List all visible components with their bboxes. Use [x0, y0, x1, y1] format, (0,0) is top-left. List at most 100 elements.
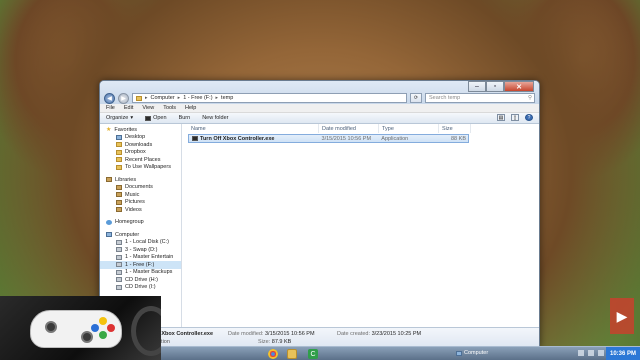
sidebar-item-documents[interactable]: Documents	[100, 184, 181, 192]
maximize-button[interactable]: ▫	[486, 81, 504, 92]
sidebar-item-computer[interactable]: Computer	[100, 231, 181, 239]
cd-drive-icon	[116, 277, 122, 283]
sidebar-item-downloads[interactable]: Downloads	[100, 141, 181, 149]
menu-tools[interactable]: Tools	[163, 105, 176, 111]
menu-help[interactable]: Help	[185, 105, 196, 111]
sidebar-item-recent-places[interactable]: Recent Places	[100, 156, 181, 164]
chevron-right-icon: ▸	[177, 95, 181, 101]
sidebar-item-drive-g[interactable]: 1 - Master Backups	[100, 269, 181, 277]
sidebar-item-homegroup[interactable]: Homegroup	[100, 219, 181, 227]
taskbar-computer-button[interactable]: Computer	[456, 350, 488, 356]
flag-icon[interactable]	[598, 350, 604, 356]
pictures-icon	[116, 199, 122, 205]
sidebar-item-cd-h[interactable]: CD Drive (H:)	[100, 276, 181, 284]
refresh-button[interactable]: ⟳	[410, 93, 422, 103]
column-header-size[interactable]: Size	[439, 124, 471, 133]
column-header-type[interactable]: Type	[379, 124, 439, 133]
breadcrumb-computer[interactable]: Computer	[151, 95, 175, 101]
sidebar-item-cd-i[interactable]: CD Drive (I:)	[100, 284, 181, 292]
explorer-window: – ▫ ✕ ◀ ▶ ▸ Computer ▸ 1 - Free (F:) ▸ t…	[99, 80, 540, 348]
burn-label: Burn	[178, 115, 191, 121]
steering-wheel-image	[131, 306, 161, 356]
view-options-icon[interactable]: ▤	[497, 114, 505, 121]
folder-icon[interactable]	[287, 349, 297, 359]
sidebar-item-wallpapers[interactable]: To Use Wallpapers	[100, 164, 181, 172]
command-bar: Organize ▾ Open Burn New folder ▤ ▯ ?	[100, 113, 539, 124]
new-folder-label: New folder	[202, 115, 229, 121]
app-c-icon[interactable]: C	[308, 349, 318, 359]
drive-icon	[116, 254, 122, 260]
sidebar-item-dropbox[interactable]: Dropbox	[100, 149, 181, 157]
table-row[interactable]: Turn Off Xbox Controller.exe 3/15/2015 1…	[188, 134, 469, 143]
back-button[interactable]: ◀	[104, 92, 115, 104]
a-button-icon	[99, 331, 107, 339]
chrome-icon[interactable]	[268, 349, 278, 359]
x-button-icon	[91, 324, 99, 332]
network-icon[interactable]	[578, 350, 584, 356]
column-header-date[interactable]: Date modified	[319, 124, 379, 133]
minimize-button[interactable]: –	[468, 81, 486, 92]
homegroup-group: Homegroup	[100, 219, 181, 227]
folder-icon	[136, 95, 142, 101]
dropbox-icon	[116, 149, 122, 155]
help-icon[interactable]: ?	[525, 114, 533, 121]
view-controls: ▤ ▯ ?	[497, 114, 533, 121]
sidebar-item-drive-e[interactable]: 1 - Master Entertain	[100, 254, 181, 262]
sidebar-item-drive-f[interactable]: 1 - Free (F:)	[100, 261, 181, 269]
menu-view[interactable]: View	[142, 105, 154, 111]
address-bar[interactable]: ▸ Computer ▸ 1 - Free (F:) ▸ temp	[132, 93, 407, 103]
breadcrumb-drive[interactable]: 1 - Free (F:)	[183, 95, 212, 101]
sidebar-item-label: Recent Places	[125, 156, 161, 163]
sidebar-item-videos[interactable]: Videos	[100, 206, 181, 214]
forward-button[interactable]: ▶	[118, 92, 129, 104]
sidebar-item-music[interactable]: Music	[100, 191, 181, 199]
sidebar-item-label: Videos	[125, 206, 142, 213]
sidebar-item-label: Desktop	[125, 134, 146, 141]
music-icon	[116, 192, 122, 198]
open-label: Open	[153, 115, 167, 121]
explorer-body: ★ Favorites Desktop Downloads Dropbox Re…	[100, 124, 539, 327]
breadcrumb-folder[interactable]: temp	[221, 95, 233, 101]
file-type: Application	[381, 135, 409, 142]
menu-file[interactable]: File	[106, 105, 115, 111]
menu-edit[interactable]: Edit	[124, 105, 133, 111]
homegroup-icon	[106, 219, 112, 225]
close-button[interactable]: ✕	[504, 81, 534, 92]
sidebar-item-label: Music	[125, 191, 140, 198]
right-stick-icon	[81, 331, 93, 343]
sidebar-item-desktop[interactable]: Desktop	[100, 134, 181, 142]
sidebar-item-libraries[interactable]: Libraries	[100, 176, 181, 184]
file-list: Name Date modified Type Size Turn Off Xb…	[182, 124, 539, 327]
open-button[interactable]: Open	[145, 115, 167, 121]
desktop-icon	[116, 134, 122, 140]
title-bar: – ▫ ✕ ◀ ▶ ▸ Computer ▸ 1 - Free (F:) ▸ t…	[100, 81, 539, 104]
details-size-value: 87.9 KB	[271, 339, 292, 345]
search-input[interactable]: Search temp ⚲	[425, 93, 535, 103]
search-icon: ⚲	[527, 95, 532, 101]
sidebar-item-label: 1 - Master Entertain	[125, 254, 174, 261]
sidebar-item-pictures[interactable]: Pictures	[100, 199, 181, 207]
sidebar-item-label: Libraries	[115, 176, 137, 183]
organize-button[interactable]: Organize ▾	[106, 115, 133, 121]
new-folder-button[interactable]: New folder	[202, 115, 228, 121]
sidebar-item-label: Pictures	[125, 199, 145, 206]
navigation-bar: ◀ ▶ ▸ Computer ▸ 1 - Free (F:) ▸ temp ⟳ …	[104, 92, 535, 104]
sidebar-item-drive-c[interactable]: 1 - Local Disk (C:)	[100, 239, 181, 247]
sidebar-item-favorites[interactable]: ★ Favorites	[100, 126, 181, 134]
clock[interactable]: 10:36 PM	[606, 347, 640, 360]
volume-icon[interactable]	[588, 350, 594, 356]
column-headers: Name Date modified Type Size	[182, 124, 539, 133]
preview-pane-icon[interactable]: ▯	[511, 114, 519, 121]
details-size-label: Size:	[258, 339, 271, 345]
burn-button[interactable]: Burn	[179, 115, 191, 121]
details-created-value: 3/23/2015 10:25 PM	[371, 331, 422, 337]
column-header-name[interactable]: Name	[188, 124, 319, 133]
application-icon	[145, 115, 152, 121]
menu-bar: File Edit View Tools Help	[100, 104, 539, 113]
sidebar-item-drive-d[interactable]: 3 - Swap (D:)	[100, 246, 181, 254]
webcam-overlay	[0, 296, 161, 360]
downloads-icon	[116, 142, 122, 148]
favorites-group: ★ Favorites Desktop Downloads Dropbox Re…	[100, 126, 181, 171]
sidebar-item-label: 1 - Local Disk (C:)	[125, 239, 170, 246]
libraries-group: Libraries Documents Music Pictures Video…	[100, 176, 181, 214]
